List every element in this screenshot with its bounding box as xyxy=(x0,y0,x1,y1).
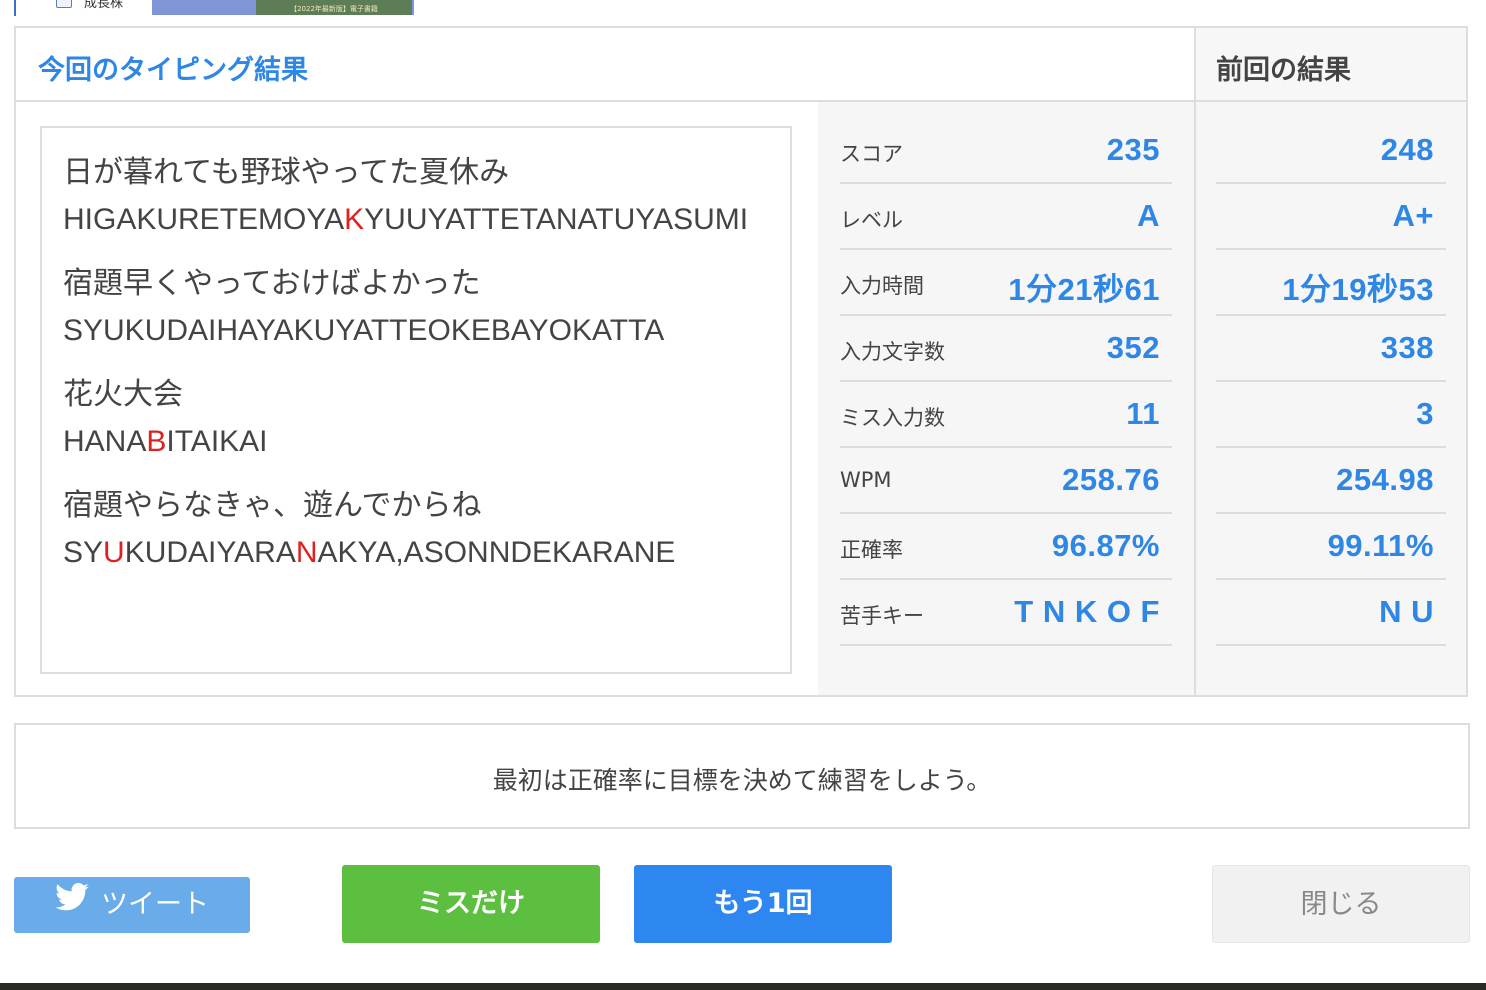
stat-current-value: 258.76 xyxy=(1062,462,1160,497)
stat-label: WPM xyxy=(840,468,892,492)
prev-stat-row: 338 xyxy=(1216,316,1446,382)
stat-previous-value: N U xyxy=(1379,594,1434,629)
romaji-text: HIGAKURETEMOYAKYUUYATTETANATUYASUMI xyxy=(63,196,763,243)
result-panel: 今回のタイピング結果 前回の結果 日が暮れても野球やってた夏休み HIGAKURE… xyxy=(14,26,1468,697)
tweet-button[interactable]: ツイート xyxy=(14,877,250,933)
prev-stat-row: 254.98 xyxy=(1216,448,1446,514)
typed-segment: SYUKUDAIHAYAKUYATTEOKEBAYOKATTA xyxy=(63,314,665,347)
typed-segment: AKYA,ASONNDEKARANE xyxy=(317,536,676,569)
retry-button[interactable]: もう1回 xyxy=(634,865,892,943)
prev-stat-row: 3 xyxy=(1216,382,1446,448)
stat-label: レベル xyxy=(840,208,903,232)
tweet-label: ツイート xyxy=(101,889,209,920)
stat-current-value: T N K O F xyxy=(1014,594,1160,629)
missed-char: N xyxy=(295,536,318,569)
stat-label: 苦手キー xyxy=(840,604,924,628)
stat-label: スコア xyxy=(840,142,903,166)
typed-line: 宿題やらなきゃ、遊んでからね SYUKUDAIYARANAKYA,ASONNDEK… xyxy=(63,483,790,576)
stat-row: 入力時間 1分21秒61 xyxy=(840,250,1172,316)
stat-row: 苦手キー T N K O F xyxy=(840,580,1172,646)
previous-result-title: 前回の結果 xyxy=(1216,55,1351,86)
stat-row: ミス入力数 11 xyxy=(840,382,1172,448)
stat-row: WPM 258.76 xyxy=(840,448,1172,514)
typed-segment: YUUYATTETANATUYASUMI xyxy=(364,203,749,236)
stat-row: レベル A xyxy=(840,184,1172,250)
stat-previous-value: 254.98 xyxy=(1336,462,1434,497)
ad-banner-label: 【2022年最新版】電子書籍 xyxy=(256,0,412,15)
previous-result-header: 前回の結果 xyxy=(1194,28,1466,102)
prev-stat-row: 99.11% xyxy=(1216,514,1446,580)
stat-current-value: 11 xyxy=(1126,396,1160,431)
advice-text: 最初は正確率に目標を決めて練習をしよう。 xyxy=(492,766,992,795)
prev-stat-row: A+ xyxy=(1216,184,1446,250)
background-text: 成長株 xyxy=(84,0,124,11)
stat-current-value: 235 xyxy=(1106,132,1160,167)
divider xyxy=(14,0,16,16)
background-page-strip: 成長株 【2022年最新版】電子書籍 xyxy=(0,0,1486,16)
stat-previous-value: 248 xyxy=(1380,132,1434,167)
typed-segment: HIGAKURETEMOYA xyxy=(63,203,345,236)
stat-label: 入力文字数 xyxy=(840,340,945,364)
miss-only-button[interactable]: ミスだけ xyxy=(342,865,600,943)
typed-line: 宿題早くやっておけばよかった SYUKUDAIHAYAKUYATTEOKEBAYO… xyxy=(63,261,790,354)
japanese-text: 花火大会 xyxy=(63,377,183,412)
prev-stat-row: N U xyxy=(1216,580,1446,646)
checkbox-icon xyxy=(56,0,72,8)
stat-previous-value: 99.11% xyxy=(1327,528,1434,563)
stat-current-value: 96.87% xyxy=(1051,528,1160,563)
previous-stats: 248 A+ 1分19秒53 338 3 254.98 99.11% N U xyxy=(1194,102,1466,695)
stat-previous-value: 3 xyxy=(1416,396,1434,431)
typed-text-box[interactable]: 日が暮れても野球やってた夏休み HIGAKURETEMOYAKYUUYATTETA… xyxy=(40,126,792,674)
stat-current-value: 352 xyxy=(1106,330,1160,365)
typed-segment: KUDAIYARA xyxy=(124,536,296,569)
ad-banner: 【2022年最新版】電子書籍 xyxy=(152,0,414,15)
prev-stat-row: 1分19秒53 xyxy=(1216,250,1446,316)
stat-label: ミス入力数 xyxy=(840,406,945,430)
missed-char: B xyxy=(146,425,167,458)
missed-char: K xyxy=(344,203,365,236)
romaji-text: SYUKUDAIYARANAKYA,ASONNDEKARANE xyxy=(63,529,763,576)
advice-box: 最初は正確率に目標を決めて練習をしよう。 xyxy=(14,723,1470,829)
romaji-text: HANABITAIKAI xyxy=(63,418,763,465)
missed-char: U xyxy=(103,536,125,569)
stat-label: 入力時間 xyxy=(840,274,924,298)
stat-previous-value: 338 xyxy=(1380,330,1434,365)
stat-row: スコア 235 xyxy=(840,118,1172,184)
romaji-text: SYUKUDAIHAYAKUYATTEOKEBAYOKATTA xyxy=(63,307,763,354)
stat-label: 正確率 xyxy=(840,538,903,562)
typed-line: 日が暮れても野球やってた夏休み HIGAKURETEMOYAKYUUYATTETA… xyxy=(63,150,790,243)
stat-current-value: A xyxy=(1137,198,1160,233)
stat-previous-value: 1分19秒53 xyxy=(1282,272,1434,307)
stat-row: 正確率 96.87% xyxy=(840,514,1172,580)
prev-stat-row: 248 xyxy=(1216,118,1446,184)
typed-segment: HANA xyxy=(63,425,147,458)
current-result-title: 今回のタイピング結果 xyxy=(38,55,308,86)
current-result-header: 今回のタイピング結果 xyxy=(16,28,1194,102)
stat-previous-value: A+ xyxy=(1392,198,1434,233)
japanese-text: 日が暮れても野球やってた夏休み xyxy=(63,155,510,190)
close-button[interactable]: 閉じる xyxy=(1212,865,1470,943)
japanese-text: 宿題やらなきゃ、遊んでからね xyxy=(63,488,482,523)
japanese-text: 宿題早くやっておけばよかった xyxy=(63,266,481,301)
typed-line: 花火大会 HANABITAIKAI xyxy=(63,372,790,465)
typed-segment: ITAIKAI xyxy=(166,425,268,458)
current-stats: スコア 235 レベル A 入力時間 1分21秒61 入力文字数 352 ミス入力数 11 WPM 2… xyxy=(818,102,1194,695)
stat-current-value: 1分21秒61 xyxy=(1008,272,1160,307)
stat-row: 入力文字数 352 xyxy=(840,316,1172,382)
background-page-strip-bottom xyxy=(0,983,1486,990)
typed-segment: SY xyxy=(63,536,104,569)
twitter-bird-icon xyxy=(55,875,89,931)
